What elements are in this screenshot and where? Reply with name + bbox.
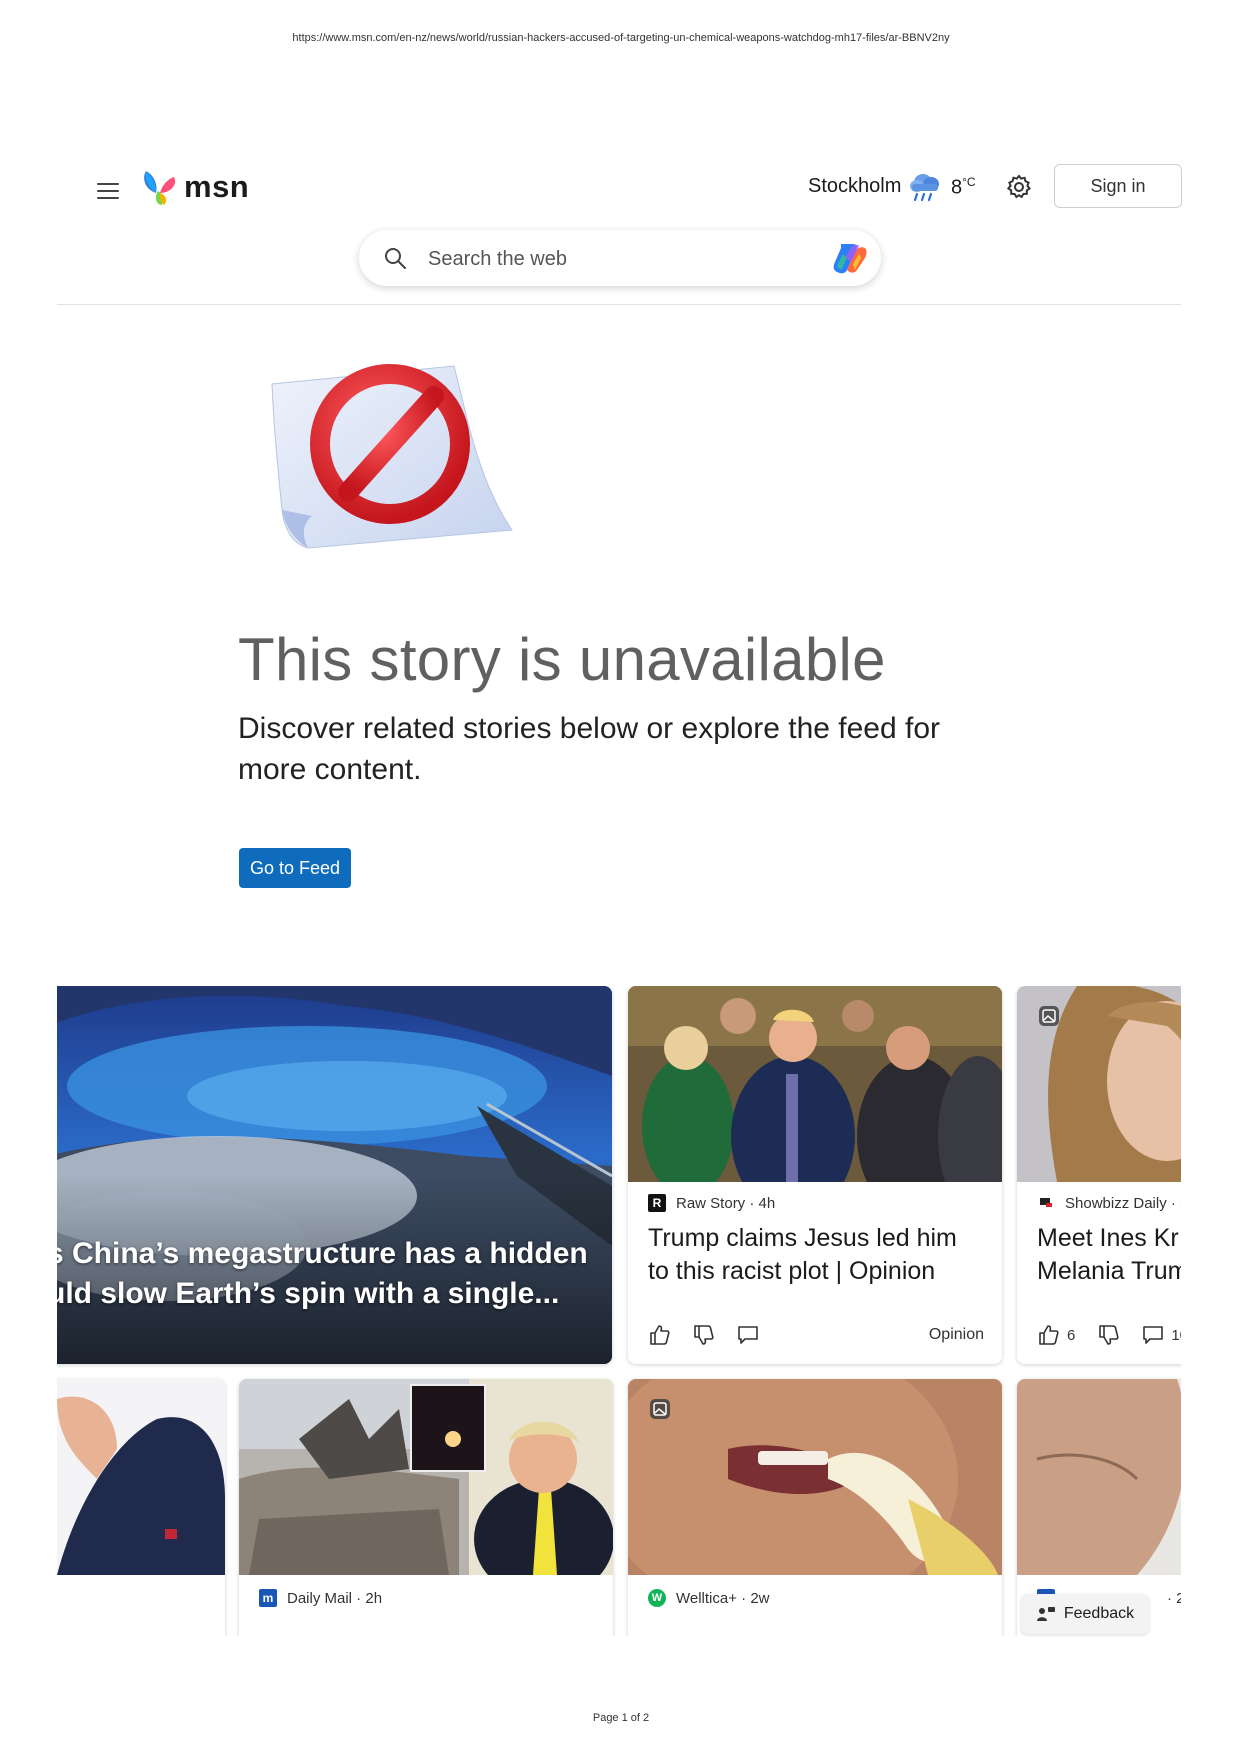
gallery-icon[interactable] [1037, 1004, 1061, 1028]
forbidden-icon [271, 364, 513, 549]
header-divider [57, 304, 1181, 305]
story-source: m Daily Mail · 2h [259, 1589, 382, 1607]
story-card[interactable]: R Raw Story · 4h Trump claims Jesus led … [628, 986, 1002, 1364]
story-card[interactable]: W Welltica+ · 2w [628, 1379, 1002, 1636]
face-partial-photo [1017, 1379, 1181, 1575]
source-name: Daily Mail [287, 1589, 353, 1607]
wreckage-collage-photo [239, 1379, 613, 1575]
thumbs-down-icon[interactable] [1097, 1323, 1121, 1347]
hero-title-line: uld slow Earth’s spin with a single... [57, 1277, 560, 1310]
story-title-line: Melania Trum [1037, 1257, 1181, 1285]
comment-count: 10 [1171, 1326, 1181, 1344]
gear-icon[interactable] [1005, 173, 1033, 201]
comment-icon[interactable] [736, 1323, 760, 1347]
story-tag: Opinion [928, 1326, 984, 1343]
story-title-line: Meet Ines Kr [1037, 1224, 1179, 1252]
story-age: 4h [758, 1194, 776, 1212]
story-source: W Welltica+ · 2w [648, 1589, 770, 1607]
source-separator: · [745, 1194, 759, 1212]
story-title[interactable]: Trump claims Jesus led him to this racis… [648, 1222, 988, 1288]
page-title: This story is unavailable [238, 626, 886, 693]
story-age: 2w [750, 1589, 770, 1607]
copilot-icon[interactable] [831, 240, 869, 276]
source-name: Showbizz Daily [1065, 1194, 1167, 1212]
source-name: Welltica+ [676, 1589, 737, 1607]
daily-mail-logo-icon: m [259, 1589, 277, 1607]
msn-logo[interactable]: msn [140, 165, 249, 209]
story-source: Showbizz Daily · 2 [1037, 1194, 1181, 1212]
source-separator: · [352, 1589, 366, 1607]
comment-icon[interactable] [1141, 1323, 1165, 1347]
hero-title-line: s China’s megastructure has a hidden [57, 1237, 588, 1270]
showbizz-daily-logo-icon [1037, 1194, 1055, 1212]
search-bar [359, 230, 881, 286]
thumbs-up-icon[interactable] [648, 1323, 672, 1347]
source-name: Raw Story [676, 1194, 746, 1212]
like-count: 6 [1067, 1326, 1076, 1344]
weather-location[interactable]: Stockholm [808, 175, 901, 198]
page-url: https://www.msn.com/en-nz/news/world/rus… [292, 32, 950, 44]
story-actions: 6 10 [1037, 1322, 1181, 1348]
story-age: 2d [1176, 1589, 1181, 1607]
gallery-icon[interactable] [648, 1397, 672, 1421]
story-card[interactable]: Showbizz Daily · 2 Meet Ines Kr Melania … [1017, 986, 1181, 1364]
prayer-group-photo [628, 986, 1002, 1182]
msn-butterfly-icon [144, 171, 176, 205]
hamburger-menu-icon[interactable] [97, 183, 119, 201]
temperature-unit: °C [962, 175, 976, 189]
story-source: R Raw Story · 4h [648, 1194, 775, 1212]
search-input[interactable] [426, 245, 810, 273]
story-title-line: Trump claims Jesus led him [648, 1224, 957, 1252]
related-stories-grid: s China’s megastructure has a hidden uld… [57, 986, 1181, 1636]
welltica-logo-icon: W [648, 1589, 666, 1607]
hero-story-card[interactable]: s China’s megastructure has a hidden uld… [57, 986, 612, 1364]
feedback-icon [1036, 1607, 1055, 1621]
story-title-line: to this racist plot | Opinion [648, 1257, 936, 1285]
suit-partial-photo [57, 1379, 225, 1575]
feedback-button[interactable]: Feedback [1021, 1594, 1149, 1634]
story-card[interactable]: m Daily Mail · 2h [239, 1379, 613, 1636]
hero-story-title[interactable]: s China’s megastructure has a hidden uld… [57, 1234, 588, 1314]
story-card[interactable] [57, 1379, 225, 1636]
temperature[interactable]: 8°C [951, 175, 976, 200]
story-age: 2h [365, 1589, 383, 1607]
sign-in-button[interactable]: Sign in [1054, 164, 1182, 208]
story-actions: Opinion [648, 1322, 984, 1348]
page-number: Page 1 of 2 [592, 1712, 650, 1724]
source-separator: · [1166, 1194, 1181, 1212]
source-separator: · [1167, 1589, 1177, 1607]
banana-eating-photo [628, 1379, 1002, 1575]
search-icon [385, 248, 406, 269]
source-separator: · [737, 1589, 751, 1607]
page-subtitle: Discover related stories below or explor… [238, 712, 941, 786]
rain-cloud-icon[interactable] [908, 170, 942, 202]
temperature-value: 8 [951, 176, 963, 199]
thumbs-up-icon[interactable] [1037, 1323, 1061, 1347]
raw-story-logo-icon: R [648, 1194, 666, 1212]
thumbs-down-icon[interactable] [692, 1323, 716, 1347]
msn-logo-text: msn [184, 169, 250, 204]
story-age: 2 [1180, 1195, 1181, 1212]
story-title[interactable]: Meet Ines Kr Melania Trum [1037, 1222, 1181, 1288]
feedback-label: Feedback [1063, 1605, 1135, 1622]
go-to-feed-button[interactable]: Go to Feed [239, 848, 351, 888]
